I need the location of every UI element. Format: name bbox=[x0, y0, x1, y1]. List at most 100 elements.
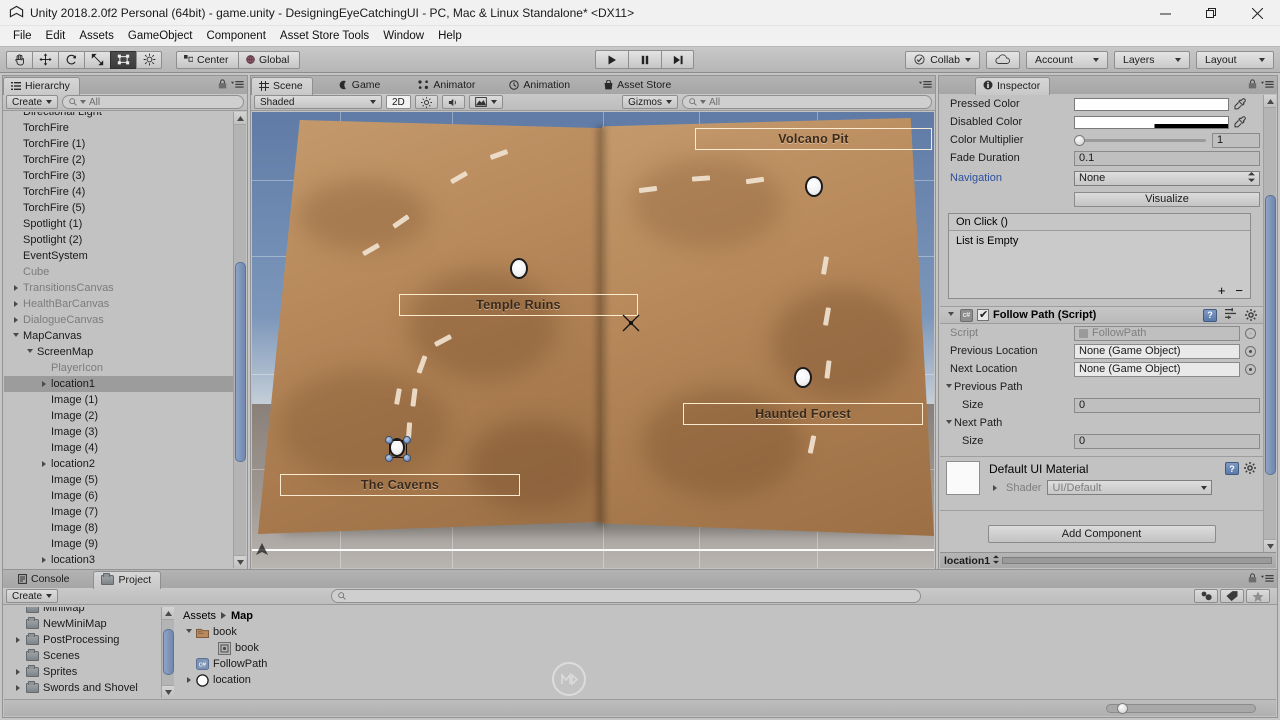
hierarchy-item-cube[interactable]: Cube bbox=[4, 264, 233, 280]
menu-component[interactable]: Component bbox=[199, 28, 272, 44]
scroll-up-button[interactable] bbox=[1264, 95, 1276, 108]
map-label-temple-ruins[interactable]: Temple Ruins bbox=[399, 294, 638, 316]
project-folder-newminimap[interactable]: NewMiniMap bbox=[4, 616, 176, 632]
visualize-button[interactable]: Visualize bbox=[1074, 191, 1260, 207]
panel-menu-icon[interactable] bbox=[1261, 574, 1274, 586]
hierarchy-search-input[interactable]: All bbox=[62, 95, 244, 109]
tab-game[interactable]: Game bbox=[331, 76, 390, 94]
chevron-right-icon[interactable] bbox=[38, 381, 49, 387]
project-asset-browser[interactable]: Assets Map book book c# FollowPath location bbox=[177, 607, 1276, 698]
project-asset-item[interactable]: c# FollowPath bbox=[177, 656, 1276, 672]
hierarchy-item-torchfire-1[interactable]: TorchFire (1) bbox=[4, 136, 233, 152]
panel-menu-icon[interactable] bbox=[231, 80, 244, 92]
hierarchy-item-image-3[interactable]: Image (3) bbox=[4, 424, 233, 440]
chevron-right-icon[interactable] bbox=[12, 637, 23, 643]
chevron-right-icon[interactable] bbox=[10, 301, 21, 307]
gizmo-handle-br[interactable] bbox=[403, 454, 411, 462]
hierarchy-item-directional-light[interactable]: Directional Light bbox=[4, 112, 233, 120]
tab-console[interactable]: Console bbox=[11, 570, 79, 588]
hierarchy-item-image-6[interactable]: Image (6) bbox=[4, 488, 233, 504]
scroll-up-button[interactable] bbox=[162, 607, 174, 620]
lock-icon[interactable] bbox=[1248, 79, 1257, 92]
slider-knob[interactable] bbox=[1074, 134, 1085, 146]
chevron-down-icon[interactable] bbox=[943, 383, 954, 391]
menu-gameobject[interactable]: GameObject bbox=[121, 28, 200, 44]
tab-animation[interactable]: Animation bbox=[502, 76, 579, 94]
scroll-down-button[interactable] bbox=[1264, 539, 1276, 552]
project-folder-minimap[interactable]: MiniMap bbox=[4, 607, 176, 616]
preset-icon[interactable] bbox=[1225, 308, 1237, 322]
object-picker-icon[interactable] bbox=[1245, 363, 1256, 375]
account-button[interactable]: Account bbox=[1026, 50, 1108, 69]
gizmo-handle-tl[interactable] bbox=[385, 436, 393, 444]
favorites-star-icon[interactable] bbox=[1246, 589, 1271, 603]
rotate-tool-icon[interactable] bbox=[58, 50, 84, 69]
hierarchy-tree[interactable]: Directional Light TorchFire TorchFire (1) T… bbox=[4, 112, 233, 568]
gear-icon[interactable] bbox=[1245, 308, 1258, 322]
selected-node-gizmo[interactable] bbox=[385, 436, 411, 462]
hierarchy-item-location2[interactable]: location2 bbox=[4, 456, 233, 472]
menu-window[interactable]: Window bbox=[376, 28, 431, 44]
object-picker-icon[interactable] bbox=[1245, 327, 1256, 339]
gizmo-handle-tr[interactable] bbox=[403, 436, 411, 444]
scene-viewport[interactable]: Volcano Pit Temple Ruins Haunted Forest … bbox=[252, 112, 934, 568]
chevron-right-icon[interactable] bbox=[12, 685, 23, 691]
scroll-up-button[interactable] bbox=[234, 112, 246, 125]
chevron-right-icon[interactable] bbox=[183, 677, 194, 683]
pivot-mode-button[interactable]: Center bbox=[176, 50, 238, 69]
hierarchy-item-location1[interactable]: location1 bbox=[4, 376, 233, 392]
map-label-haunted-forest[interactable]: Haunted Forest bbox=[683, 403, 923, 425]
project-folder-swords-and-shovel[interactable]: Swords and Shovel bbox=[4, 680, 176, 696]
project-asset-item[interactable]: location bbox=[177, 672, 1276, 688]
collab-button[interactable]: Collab bbox=[905, 50, 980, 69]
chevron-down-icon[interactable] bbox=[945, 311, 956, 319]
move-tool-icon[interactable] bbox=[32, 50, 58, 69]
on-click-add-button[interactable]: + bbox=[1214, 284, 1230, 297]
panel-menu-icon[interactable] bbox=[1261, 80, 1274, 92]
rect-tool-icon[interactable] bbox=[110, 50, 136, 69]
inspector-row-previous-path[interactable]: Previous Path bbox=[940, 378, 1263, 396]
hierarchy-item-image-7[interactable]: Image (7) bbox=[4, 504, 233, 520]
project-folder-scrollbar[interactable] bbox=[161, 607, 174, 698]
chevron-right-icon[interactable] bbox=[38, 557, 49, 563]
color-multiplier-slider[interactable] bbox=[1074, 134, 1206, 146]
hierarchy-item-torchfire[interactable]: TorchFire bbox=[4, 120, 233, 136]
layers-button[interactable]: Layers bbox=[1114, 50, 1190, 69]
close-button[interactable] bbox=[1234, 0, 1280, 26]
transform-tool-icon[interactable] bbox=[136, 50, 162, 69]
hierarchy-item-image-8[interactable]: Image (8) bbox=[4, 520, 233, 536]
color-multiplier-value[interactable]: 1 bbox=[1212, 132, 1260, 148]
map-node-haunted[interactable] bbox=[794, 367, 812, 388]
hierarchy-scroll-thumb[interactable] bbox=[235, 262, 246, 462]
hierarchy-item-image-9[interactable]: Image (9) bbox=[4, 536, 233, 552]
project-folder-sprites[interactable]: Sprites bbox=[4, 664, 176, 680]
project-create-button[interactable]: Create bbox=[6, 589, 59, 603]
follow-path-component-header[interactable]: c# Follow Path (Script) ? bbox=[940, 306, 1263, 324]
pause-button[interactable] bbox=[628, 50, 661, 69]
navigation-label[interactable]: Navigation bbox=[950, 172, 1074, 184]
toggle-2d-button[interactable]: 2D bbox=[386, 95, 411, 109]
gear-icon[interactable] bbox=[1244, 462, 1257, 475]
on-click-remove-button[interactable]: − bbox=[1231, 284, 1247, 297]
chevron-right-icon[interactable] bbox=[989, 484, 1000, 491]
filter-by-type-icon[interactable] bbox=[1194, 589, 1219, 603]
map-label-volcano-pit[interactable]: Volcano Pit bbox=[695, 128, 932, 150]
project-asset-item[interactable]: book bbox=[177, 640, 1276, 656]
project-zoom-slider[interactable] bbox=[1106, 703, 1256, 714]
project-folder-tree[interactable]: MiniMap NewMiniMap PostProcessing Scenes Spr… bbox=[4, 607, 176, 698]
help-icon[interactable]: ? bbox=[1203, 308, 1217, 322]
hierarchy-item-playericon[interactable]: PlayerIcon bbox=[4, 360, 233, 376]
hierarchy-item-mapcanvas[interactable]: MapCanvas bbox=[4, 328, 233, 344]
hierarchy-item-eventsystem[interactable]: EventSystem bbox=[4, 248, 233, 264]
shading-mode-dropdown[interactable]: Shaded bbox=[254, 95, 382, 109]
hand-tool-icon[interactable] bbox=[6, 50, 32, 69]
project-asset-item[interactable]: book bbox=[177, 624, 1276, 640]
hierarchy-item-screenmap[interactable]: ScreenMap bbox=[4, 344, 233, 360]
chevron-right-icon[interactable] bbox=[10, 317, 21, 323]
maximize-button[interactable] bbox=[1188, 0, 1234, 26]
map-node-volcano[interactable] bbox=[805, 176, 823, 197]
hierarchy-item-location3[interactable]: location3 bbox=[4, 552, 233, 568]
panel-menu-icon[interactable] bbox=[919, 80, 932, 92]
fade-duration-value[interactable]: 0.1 bbox=[1074, 150, 1260, 166]
project-folder-scroll-thumb[interactable] bbox=[163, 629, 174, 675]
